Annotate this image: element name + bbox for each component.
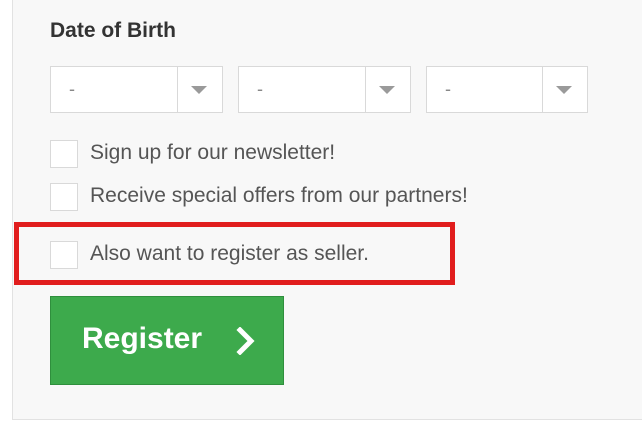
- dob-year-select[interactable]: -: [426, 66, 588, 113]
- chevron-down-icon: [379, 86, 395, 94]
- dob-year-value: -: [445, 79, 451, 99]
- partner-offers-checkbox[interactable]: [50, 183, 78, 211]
- date-of-birth-label: Date of Birth: [50, 19, 176, 42]
- dob-day-value: -: [69, 79, 75, 99]
- newsletter-checkbox[interactable]: [50, 140, 78, 168]
- dob-month-value: -: [257, 79, 263, 99]
- chevron-down-icon: [191, 86, 207, 94]
- seller-option-highlight-box: [14, 222, 455, 285]
- dob-day-dropdown-button[interactable]: [177, 67, 222, 112]
- partner-offers-label[interactable]: Receive special offers from our partners…: [90, 184, 468, 208]
- dob-year-dropdown-button[interactable]: [542, 67, 587, 112]
- dob-month-dropdown-button[interactable]: [365, 67, 410, 112]
- chevron-down-icon: [556, 86, 572, 94]
- chevron-right-icon: [236, 327, 255, 355]
- dob-day-select[interactable]: -: [50, 66, 223, 113]
- dob-month-select[interactable]: -: [238, 66, 411, 113]
- register-button-label: Register: [82, 322, 203, 355]
- newsletter-label[interactable]: Sign up for our newsletter!: [90, 141, 335, 165]
- register-button[interactable]: Register: [50, 296, 284, 385]
